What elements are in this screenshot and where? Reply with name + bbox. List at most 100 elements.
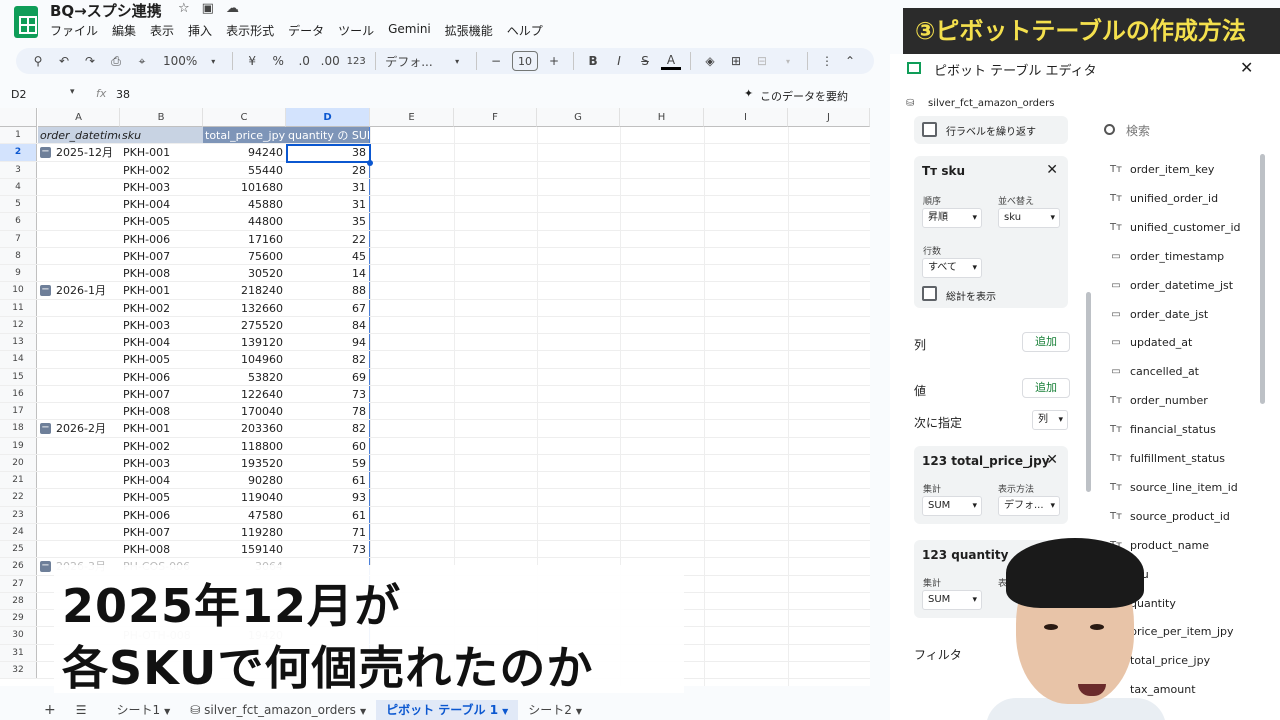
cell-c[interactable]: 119280 [203,524,286,540]
more-options-icon[interactable]: ⋮ [817,50,837,72]
cell-b[interactable]: PKH-006 [120,231,203,247]
menu-item[interactable]: ファイル [50,21,98,40]
row-number[interactable]: 30 [0,627,37,644]
cell-b[interactable]: PKH-008 [120,541,203,557]
sheet-tab[interactable]: シート1 ▼ [107,700,181,720]
row-number[interactable]: 17 [0,403,37,420]
cell-a[interactable] [38,524,120,540]
more-formats-button[interactable]: 123 [346,50,366,72]
row-number[interactable]: 24 [0,523,37,540]
field-list-item[interactable]: order_item_key [1130,163,1214,176]
add-column-button[interactable]: 追加 [1022,332,1070,352]
chevron-down-icon[interactable]: ▼ [502,707,508,716]
add-value-button[interactable]: 追加 [1022,378,1070,398]
row-number[interactable]: 32 [0,661,37,678]
cell-b[interactable]: PKH-007 [120,386,203,402]
undo-icon[interactable]: ↶ [54,50,74,72]
cell-a[interactable] [38,196,120,212]
column-header[interactable]: I [704,108,788,127]
sort-by-select[interactable]: sku [998,208,1060,228]
redo-icon[interactable]: ↷ [80,50,100,72]
cell-b[interactable]: PKH-001 [120,420,203,436]
cell-c[interactable]: 193520 [203,455,286,471]
increase-decimal-button[interactable]: .00 [320,50,340,72]
summarize-by-select[interactable]: SUM [922,590,982,610]
font-dropdown-icon[interactable]: ▾ [447,50,467,72]
row-number[interactable]: 15 [0,368,37,385]
show-totals-checkbox[interactable] [922,286,937,301]
row-number[interactable]: 21 [0,472,37,489]
cell-d[interactable]: 78 [286,403,370,420]
cell-d[interactable]: 45 [286,247,370,264]
column-header[interactable]: G [537,108,620,127]
cell-a[interactable] [38,507,120,523]
cell-b[interactable]: PKH-005 [120,489,203,505]
cloud-status-icon[interactable]: ☁ [226,1,239,16]
row-number[interactable]: 20 [0,454,37,471]
decrease-font-size-button[interactable]: − [486,50,506,72]
sheets-logo-icon[interactable] [14,6,38,38]
cell-a[interactable] [38,334,120,350]
field-search-input[interactable]: 検索 [1126,122,1150,139]
order-select[interactable]: 昇順 [922,208,982,228]
currency-format-button[interactable]: ¥ [242,50,262,72]
cell-d[interactable]: 71 [286,523,370,540]
collapse-group-icon[interactable]: − [40,561,51,573]
cell-d[interactable]: 22 [286,230,370,247]
show-as-select[interactable]: デフォ... [998,496,1060,516]
cell-a[interactable] [38,300,120,316]
row-number[interactable]: 4 [0,178,37,195]
select-all-corner[interactable] [0,108,37,127]
sheet-tab[interactable]: シート2 ▼ [518,700,592,720]
repeat-labels-checkbox[interactable] [922,122,937,137]
merge-dropdown-icon[interactable]: ▾ [778,50,798,72]
values-as-select[interactable]: 列 [1032,410,1068,430]
bold-button[interactable]: B [583,50,603,72]
font-select[interactable]: デフォ... [385,50,441,72]
cell-b[interactable]: PKH-004 [120,334,203,350]
zoom-dropdown-icon[interactable]: ▾ [203,50,223,72]
cell-c[interactable]: 203360 [203,420,286,436]
cell-b[interactable]: PKH-005 [120,351,203,367]
cell-d[interactable]: 28 [286,161,370,178]
cell-c[interactable]: 132660 [203,300,286,316]
row-number[interactable]: 14 [0,351,37,368]
row-number[interactable]: 8 [0,247,37,264]
cell-d[interactable]: 73 [286,385,370,402]
cell-c[interactable]: 75600 [203,248,286,264]
cell-d[interactable]: 93 [286,489,370,506]
print-icon[interactable]: ⎙ [106,50,126,72]
field-list-item[interactable]: cancelled_at [1130,365,1199,378]
collapse-group-icon[interactable]: − [40,285,51,297]
collapse-group-icon[interactable]: − [40,423,51,435]
fill-color-icon[interactable]: ◈ [700,50,720,72]
cell-c[interactable]: total_price_jpy の [203,127,286,144]
cell-c[interactable]: 118800 [203,438,286,454]
close-icon[interactable]: ✕ [1046,452,1058,468]
cell-d[interactable]: 14 [286,265,370,282]
cell-b[interactable]: PKH-001 [120,282,203,298]
row-number[interactable]: 1 [0,127,37,144]
row-number[interactable]: 22 [0,489,37,506]
row-number[interactable]: 5 [0,196,37,213]
chevron-down-icon[interactable]: ▼ [576,707,582,716]
row-number[interactable]: 7 [0,230,37,247]
field-list-item[interactable]: order_number [1130,394,1208,407]
cell-d[interactable]: 35 [286,213,370,230]
cell-b[interactable]: PKH-007 [120,248,203,264]
percent-format-button[interactable]: % [268,50,288,72]
row-number[interactable]: 26 [0,558,37,575]
row-number[interactable]: 25 [0,541,37,558]
row-number[interactable]: 13 [0,334,37,351]
fill-handle[interactable] [367,159,373,166]
menu-item[interactable]: データ [288,21,324,40]
field-list-item[interactable]: financial_status [1130,423,1216,436]
close-icon[interactable]: ✕ [1046,162,1058,178]
cell-a[interactable] [38,472,120,488]
cell-d[interactable]: quantity の SUM [286,127,370,144]
formula-input[interactable]: 38 [116,88,130,101]
borders-icon[interactable]: ⊞ [726,50,746,72]
row-number[interactable]: 10 [0,282,37,299]
summarize-data-button[interactable]: このデータを要約 [760,88,848,104]
cell-b[interactable]: PKH-003 [120,455,203,471]
